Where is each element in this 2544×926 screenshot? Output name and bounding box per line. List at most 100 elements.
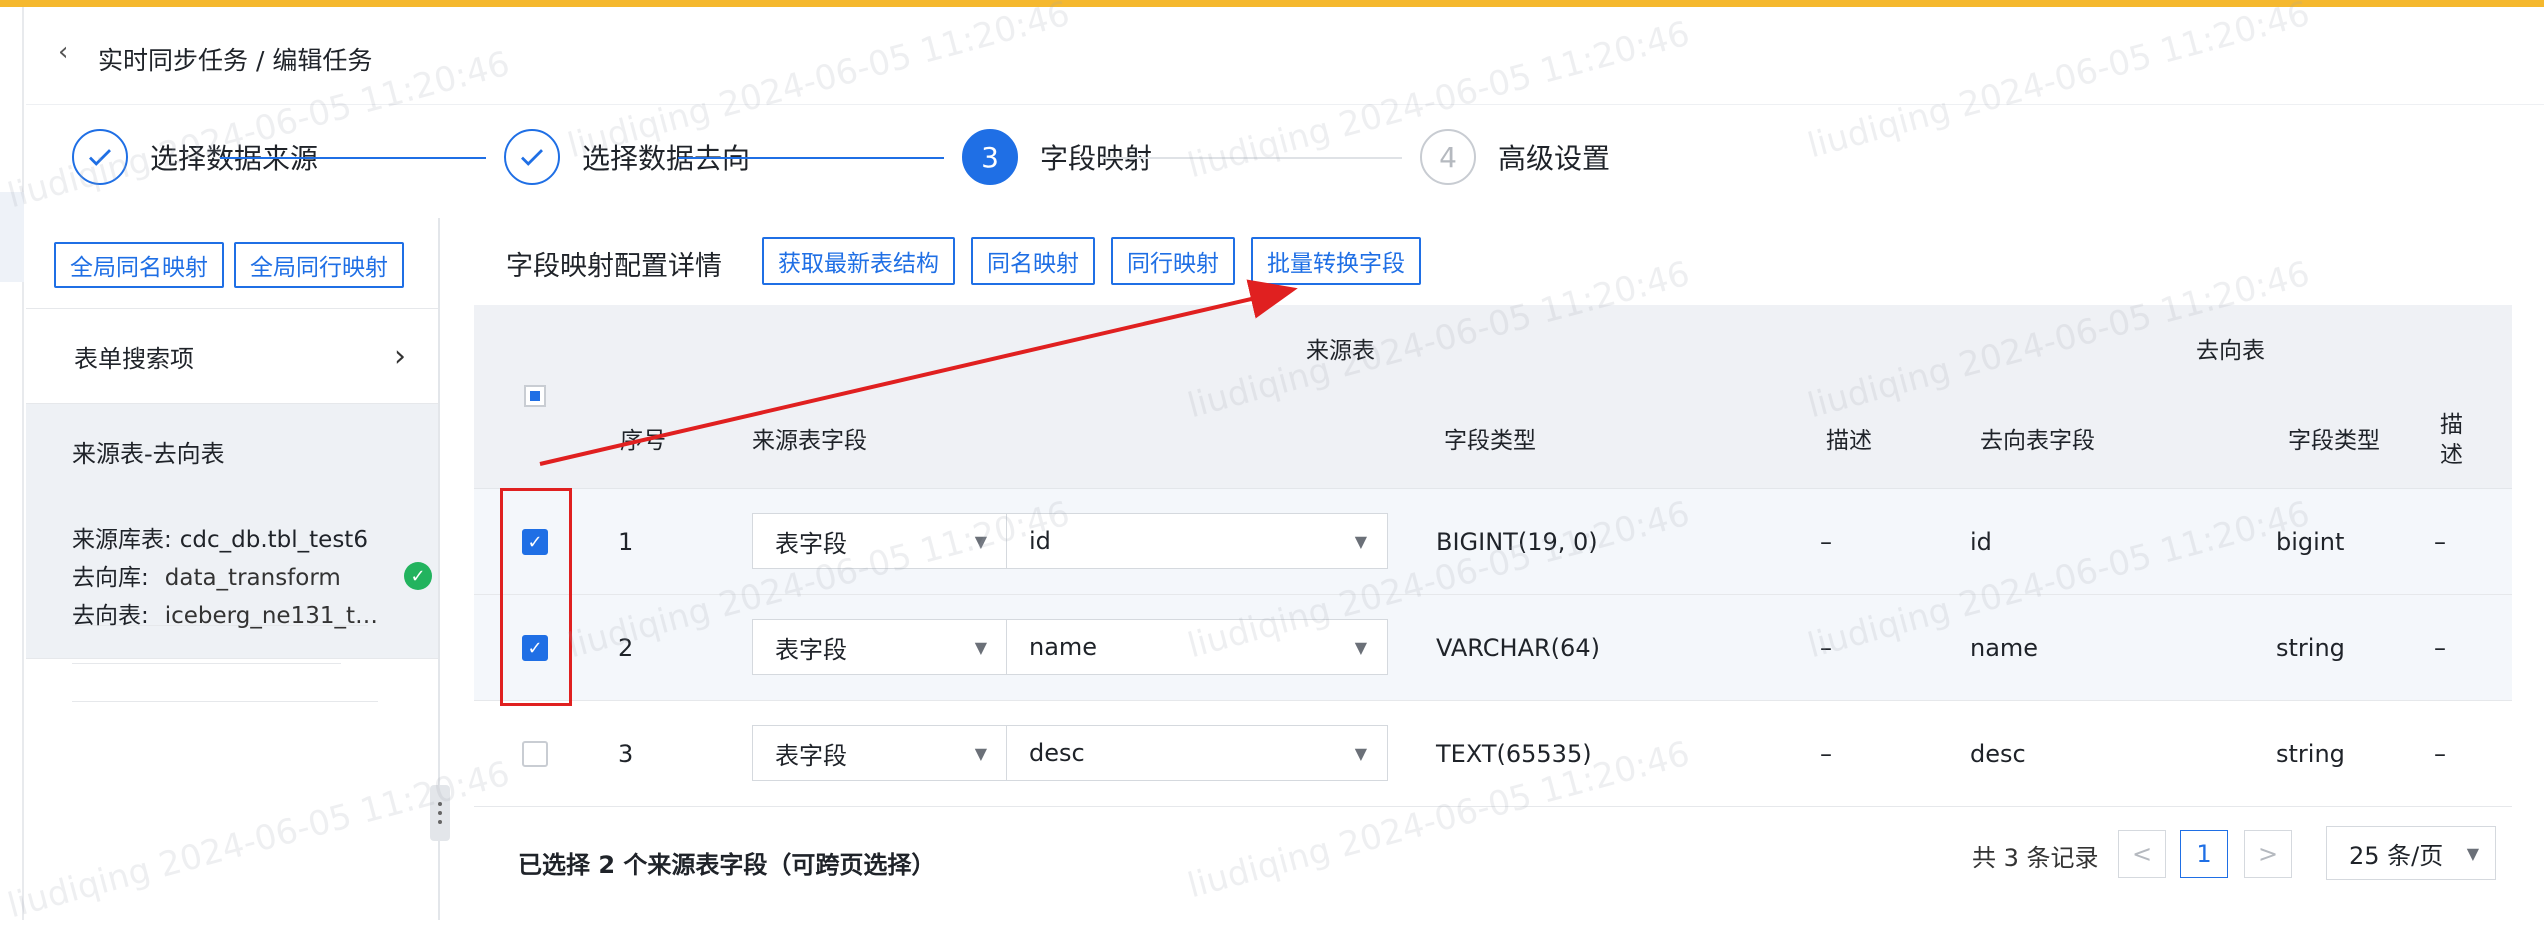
field-mapping-table: 来源表 去向表 序号 来源表字段 字段类型 描述 去向表字段 字段类型 描 述 … [474,305,2512,807]
col-target-type: 字段类型 [2288,428,2380,454]
row-checkbox[interactable]: ✓ [522,529,548,555]
step-number: 3 [962,129,1018,185]
source-table-value: cdc_db.tbl_test6 [179,527,368,553]
caret-down-icon: ▼ [1354,637,1367,657]
total-records: 共 3 条记录 [1972,844,2099,872]
caret-down-icon: ▼ [974,637,987,657]
field-kind-value: 表字段 [775,741,847,770]
field-desc: – [1820,634,1832,662]
caret-down-icon: ▼ [974,743,987,763]
table-pair-item[interactable]: 来源表-去向表 来源库表: cdc_db.tbl_test6 去向库: data_t… [26,404,438,702]
mapping-toolbar: 获取最新表结构 同名映射 同行映射 批量转换字段 [762,237,1421,285]
divider [26,658,438,659]
source-field-select[interactable]: name ▼ [1006,619,1388,675]
field-kind-select[interactable]: 表字段 ▼ [752,513,1008,569]
left-nav-edge [0,7,24,920]
sidebar-resize-handle[interactable] [430,785,450,841]
col-target-desc-line2: 述 [2440,442,2463,468]
table-row: 3 表字段 ▼ desc ▼ TEXT(65535) – desc string – [474,701,2512,807]
target-db-value: data_transform [164,565,341,591]
field-desc: – [1820,528,1832,556]
row-checkbox[interactable] [522,741,548,767]
source-field-value: name [1029,633,1098,661]
field-kind-select[interactable]: 表字段 ▼ [752,619,1008,675]
col-index: 序号 [620,428,666,454]
row-index: 3 [618,740,634,768]
prev-page-button[interactable]: < [2118,830,2166,878]
page-size-select[interactable]: 25 条/页 ▼ [2326,826,2496,880]
field-type: BIGINT(19, 0) [1436,528,1598,556]
check-icon [504,129,560,185]
step-indicator: 选择数据来源 选择数据去向 3 字段映射 4 高级设置 [26,105,2544,215]
top-accent-bar [0,0,2544,7]
col-source-field: 来源表字段 [752,428,867,454]
target-type: string [2276,740,2345,768]
page-number-button[interactable]: 1 [2180,830,2228,878]
step-label: 高级设置 [1498,142,1611,175]
caret-down-icon: ▼ [974,531,987,551]
section-title: 字段映射配置详情 [506,251,722,282]
back-chevron-icon[interactable]: ‹ [58,37,68,67]
col-target-field: 去向表字段 [1980,428,2095,454]
target-db-label: 去向库: [72,565,149,591]
row-checkbox[interactable]: ✓ [522,635,548,661]
caret-down-icon: ▼ [2466,843,2479,863]
col-target-desc-line1: 描 [2440,412,2463,438]
target-field: name [1970,634,2039,662]
field-desc: – [1820,740,1832,768]
source-field-select[interactable]: desc ▼ [1006,725,1388,781]
col-desc: 描述 [1826,428,1872,454]
caret-down-icon: ▼ [1354,531,1367,551]
table-pair-title: 来源表-去向表 [72,440,225,468]
target-desc: – [2434,740,2446,768]
source-table-label: 来源库表: [72,527,172,553]
global-same-name-button[interactable]: 全局同名映射 [54,242,224,288]
target-type: bigint [2276,528,2345,556]
batch-convert-fields-button[interactable]: 批量转换字段 [1251,237,1421,285]
target-desc: – [2434,634,2446,662]
table-header: 来源表 去向表 序号 来源表字段 字段类型 描述 去向表字段 字段类型 描 述 [474,305,2512,489]
form-search-label: 表单搜索项 [74,344,194,373]
group-header-source: 来源表 [1306,338,1375,364]
success-check-icon: ✓ [404,562,432,590]
mapping-sidebar: 全局同名映射 全局同行映射 表单搜索项 › 来源表-去向表 来源库表: cdc_d… [26,218,440,920]
step-advanced-settings[interactable]: 4 高级设置 [1420,129,1610,185]
same-name-mapping-button[interactable]: 同名映射 [971,237,1095,285]
target-table-value: iceberg_ne131_t… [164,603,378,629]
col-field-type: 字段类型 [1444,428,1536,454]
target-desc: – [2434,528,2446,556]
step-connector [220,157,486,159]
field-kind-select[interactable]: 表字段 ▼ [752,725,1008,781]
selection-summary: 已选择 2 个来源表字段（可跨页选择） [518,851,936,879]
step-number: 4 [1420,129,1476,185]
left-nav-active-strip [0,192,24,282]
field-type: VARCHAR(64) [1436,634,1600,662]
step-connector [1102,157,1402,159]
target-type: string [2276,634,2345,662]
field-kind-value: 表字段 [775,529,847,558]
fetch-latest-schema-button[interactable]: 获取最新表结构 [762,237,955,285]
page-header: ‹ 实时同步任务 / 编辑任务 [26,7,2544,105]
check-icon [72,129,128,185]
source-field-value: desc [1029,739,1085,767]
same-row-mapping-button[interactable]: 同行映射 [1111,237,1235,285]
source-field-select[interactable]: id ▼ [1006,513,1388,569]
breadcrumb: 实时同步任务 / 编辑任务 [98,46,373,75]
row-index: 2 [618,634,634,662]
chevron-right-icon: › [394,338,406,374]
form-search-toggle[interactable]: 表单搜索项 › [26,309,438,403]
source-field-value: id [1029,527,1051,555]
step-connector [678,157,944,159]
page-size-value: 25 条/页 [2349,841,2444,870]
target-field: desc [1970,740,2026,768]
table-row: ✓ 1 表字段 ▼ id ▼ BIGINT(19, 0) – id bigint – [474,489,2512,595]
global-same-row-button[interactable]: 全局同行映射 [234,242,404,288]
field-kind-value: 表字段 [775,635,847,664]
next-page-button[interactable]: > [2244,830,2292,878]
target-field: id [1970,528,1992,556]
table-row: ✓ 2 表字段 ▼ name ▼ VARCHAR(64) – name string… [474,595,2512,701]
caret-down-icon: ▼ [1354,743,1367,763]
target-table-label: 去向表: [72,603,149,629]
field-type: TEXT(65535) [1436,740,1592,768]
select-all-checkbox[interactable] [524,385,546,407]
